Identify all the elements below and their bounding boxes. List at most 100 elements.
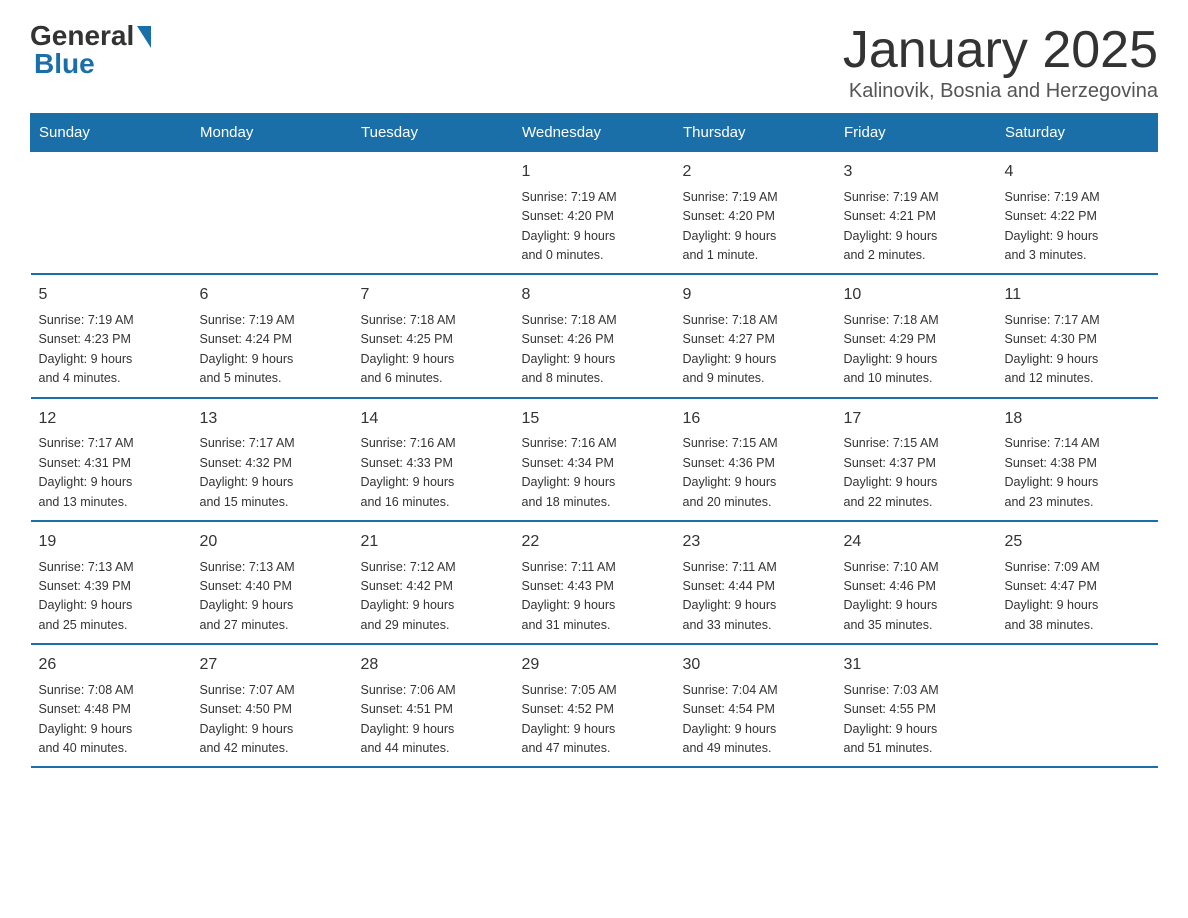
calendar-cell: 15Sunrise: 7:16 AM Sunset: 4:34 PM Dayli… [514,398,675,521]
calendar-week-row: 26 Sunrise: 7:08 AM Sunset: 4:48 PM Dayli… [31,644,1158,767]
day-info: Sunrise: 7:06 AM Sunset: 4:51 PM Dayligh… [361,681,506,759]
calendar-header-friday: Friday [836,114,997,152]
calendar-cell: 26 Sunrise: 7:08 AM Sunset: 4:48 PM Dayli… [31,644,192,767]
title-area: January 2025 Kalinovik, Bosnia and Herze… [843,20,1158,103]
day-info: Sunrise: 7:17 AM Sunset: 4:30 PM Dayligh… [1005,311,1150,389]
calendar-cell: 21 Sunrise: 7:12 AM Sunset: 4:42 PM Dayli… [353,521,514,644]
day-number: 30 [683,653,828,678]
calendar-cell: 28 Sunrise: 7:06 AM Sunset: 4:51 PM Dayli… [353,644,514,767]
calendar-cell: 9 Sunrise: 7:18 AM Sunset: 4:27 PM Daylig… [675,274,836,397]
day-info: Sunrise: 7:05 AM Sunset: 4:52 PM Dayligh… [522,681,667,759]
calendar-header-monday: Monday [192,114,353,152]
day-number: 12 [39,407,184,432]
calendar-cell: 6 Sunrise: 7:19 AM Sunset: 4:24 PM Daylig… [192,274,353,397]
day-info: Sunrise: 7:18 AM Sunset: 4:26 PM Dayligh… [522,311,667,389]
day-info: Sunrise: 7:13 AM Sunset: 4:40 PM Dayligh… [200,558,345,636]
calendar-cell: 30 Sunrise: 7:04 AM Sunset: 4:54 PM Dayli… [675,644,836,767]
day-info: Sunrise: 7:18 AM Sunset: 4:29 PM Dayligh… [844,311,989,389]
day-info: Sunrise: 7:15 AM Sunset: 4:37 PM Dayligh… [844,434,989,512]
day-number: 21 [361,530,506,555]
day-number: 4 [1005,160,1150,185]
calendar-week-row: 19Sunrise: 7:13 AM Sunset: 4:39 PM Dayli… [31,521,1158,644]
calendar-cell: 13Sunrise: 7:17 AM Sunset: 4:32 PM Dayli… [192,398,353,521]
day-number: 18 [1005,407,1150,432]
calendar-cell: 11 Sunrise: 7:17 AM Sunset: 4:30 PM Dayli… [997,274,1158,397]
day-number: 27 [200,653,345,678]
day-info: Sunrise: 7:19 AM Sunset: 4:22 PM Dayligh… [1005,188,1150,266]
calendar-week-row: 12Sunrise: 7:17 AM Sunset: 4:31 PM Dayli… [31,398,1158,521]
day-number: 17 [844,407,989,432]
calendar-week-row: 5Sunrise: 7:19 AM Sunset: 4:23 PM Daylig… [31,274,1158,397]
calendar-cell: 31 Sunrise: 7:03 AM Sunset: 4:55 PM Dayli… [836,644,997,767]
day-number: 7 [361,283,506,308]
calendar-cell: 12Sunrise: 7:17 AM Sunset: 4:31 PM Dayli… [31,398,192,521]
calendar-cell: 16Sunrise: 7:15 AM Sunset: 4:36 PM Dayli… [675,398,836,521]
day-number: 16 [683,407,828,432]
calendar-table: SundayMondayTuesdayWednesdayThursdayFrid… [30,113,1158,768]
calendar-cell: 4 Sunrise: 7:19 AM Sunset: 4:22 PM Daylig… [997,152,1158,275]
location-title: Kalinovik, Bosnia and Herzegovina [843,80,1158,103]
calendar-header-tuesday: Tuesday [353,114,514,152]
calendar-header-thursday: Thursday [675,114,836,152]
day-info: Sunrise: 7:19 AM Sunset: 4:24 PM Dayligh… [200,311,345,389]
day-info: Sunrise: 7:19 AM Sunset: 4:21 PM Dayligh… [844,188,989,266]
day-info: Sunrise: 7:16 AM Sunset: 4:34 PM Dayligh… [522,434,667,512]
calendar-cell [997,644,1158,767]
day-number: 26 [39,653,184,678]
calendar-cell: 1Sunrise: 7:19 AM Sunset: 4:20 PM Daylig… [514,152,675,275]
day-info: Sunrise: 7:03 AM Sunset: 4:55 PM Dayligh… [844,681,989,759]
day-info: Sunrise: 7:12 AM Sunset: 4:42 PM Dayligh… [361,558,506,636]
calendar-header-saturday: Saturday [997,114,1158,152]
day-info: Sunrise: 7:16 AM Sunset: 4:33 PM Dayligh… [361,434,506,512]
calendar-cell [192,152,353,275]
day-number: 14 [361,407,506,432]
calendar-cell: 3 Sunrise: 7:19 AM Sunset: 4:21 PM Daylig… [836,152,997,275]
day-number: 3 [844,160,989,185]
day-number: 29 [522,653,667,678]
day-info: Sunrise: 7:18 AM Sunset: 4:27 PM Dayligh… [683,311,828,389]
day-number: 6 [200,283,345,308]
calendar-cell [353,152,514,275]
calendar-cell: 2 Sunrise: 7:19 AM Sunset: 4:20 PM Daylig… [675,152,836,275]
calendar-week-row: 1 Sunrise: 7:19 AM Sunset: 4:20 PM Daylig… [31,152,1158,275]
calendar-cell: 24Sunrise: 7:10 AM Sunset: 4:46 PM Dayli… [836,521,997,644]
day-number: 2 [683,160,828,185]
calendar-cell: 22 Sunrise: 7:11 AM Sunset: 4:43 PM Dayli… [514,521,675,644]
calendar-cell: 5Sunrise: 7:19 AM Sunset: 4:23 PM Daylig… [31,274,192,397]
day-number: 5 [39,283,184,308]
day-number: 1 [522,160,667,185]
day-info: Sunrise: 7:07 AM Sunset: 4:50 PM Dayligh… [200,681,345,759]
day-number: 31 [844,653,989,678]
day-number: 15 [522,407,667,432]
page-header: General Blue January 2025 Kalinovik, Bos… [30,20,1158,103]
calendar-cell: 23Sunrise: 7:11 AM Sunset: 4:44 PM Dayli… [675,521,836,644]
calendar-cell: 10Sunrise: 7:18 AM Sunset: 4:29 PM Dayli… [836,274,997,397]
day-info: Sunrise: 7:10 AM Sunset: 4:46 PM Dayligh… [844,558,989,636]
day-number: 22 [522,530,667,555]
calendar-cell: 18Sunrise: 7:14 AM Sunset: 4:38 PM Dayli… [997,398,1158,521]
calendar-cell: 17Sunrise: 7:15 AM Sunset: 4:37 PM Dayli… [836,398,997,521]
day-info: Sunrise: 7:17 AM Sunset: 4:32 PM Dayligh… [200,434,345,512]
month-title: January 2025 [843,20,1158,80]
calendar-header-row: SundayMondayTuesdayWednesdayThursdayFrid… [31,114,1158,152]
calendar-cell: 20 Sunrise: 7:13 AM Sunset: 4:40 PM Dayli… [192,521,353,644]
day-info: Sunrise: 7:11 AM Sunset: 4:43 PM Dayligh… [522,558,667,636]
calendar-cell [31,152,192,275]
calendar-cell: 14Sunrise: 7:16 AM Sunset: 4:33 PM Dayli… [353,398,514,521]
day-number: 23 [683,530,828,555]
day-info: Sunrise: 7:13 AM Sunset: 4:39 PM Dayligh… [39,558,184,636]
calendar-header-wednesday: Wednesday [514,114,675,152]
day-number: 8 [522,283,667,308]
calendar-cell: 7Sunrise: 7:18 AM Sunset: 4:25 PM Daylig… [353,274,514,397]
calendar-cell: 25Sunrise: 7:09 AM Sunset: 4:47 PM Dayli… [997,521,1158,644]
day-number: 11 [1005,283,1150,308]
calendar-cell: 29 Sunrise: 7:05 AM Sunset: 4:52 PM Dayli… [514,644,675,767]
day-number: 28 [361,653,506,678]
day-number: 9 [683,283,828,308]
day-info: Sunrise: 7:04 AM Sunset: 4:54 PM Dayligh… [683,681,828,759]
day-number: 13 [200,407,345,432]
day-info: Sunrise: 7:08 AM Sunset: 4:48 PM Dayligh… [39,681,184,759]
day-number: 20 [200,530,345,555]
day-info: Sunrise: 7:19 AM Sunset: 4:20 PM Dayligh… [683,188,828,266]
logo-blue-text: Blue [30,48,95,80]
